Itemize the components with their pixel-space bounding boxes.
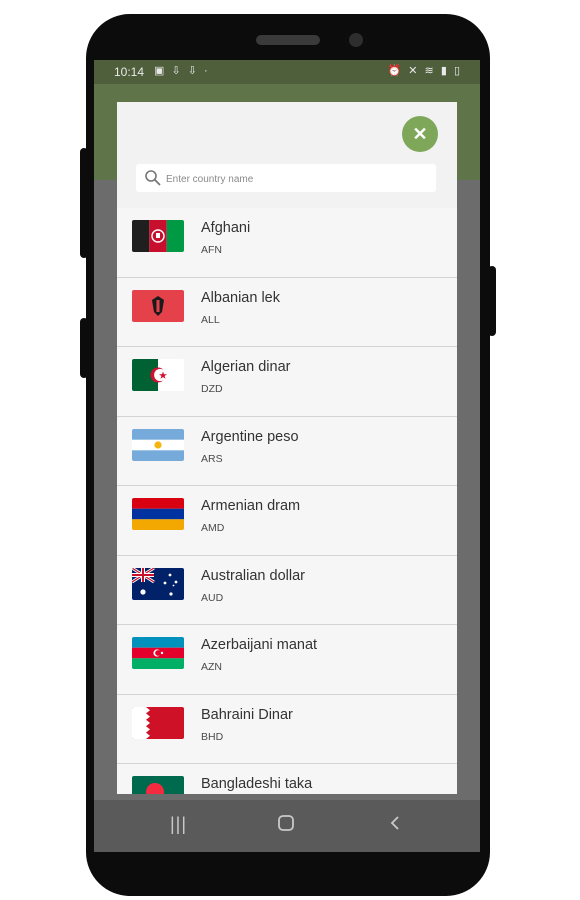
close-button[interactable]: ✕ <box>402 116 438 152</box>
currency-item-dzd[interactable]: Algerian dinar DZD <box>117 347 457 417</box>
dot-icon: · <box>204 65 210 77</box>
currency-name: Australian dollar <box>201 567 305 584</box>
currency-name: Albanian lek <box>201 289 280 306</box>
download-icon: ⇩ <box>171 65 183 77</box>
currency-name: Afghani <box>201 220 251 236</box>
home-icon[interactable] <box>277 814 295 837</box>
currency-picker-dialog: ✕ Afghani AFN Albanian lek ALL Algerian … <box>117 102 457 794</box>
earpiece-speaker <box>256 35 320 45</box>
currency-code: ARS <box>201 452 223 465</box>
currency-item-amd[interactable]: Armenian dram AMD <box>117 486 457 556</box>
albania-flag <box>132 289 184 322</box>
currency-name: Azerbaijani manat <box>201 637 318 653</box>
currency-item-ars[interactable]: Argentine peso ARS <box>117 416 457 486</box>
download-icon: ⇩ <box>187 65 199 77</box>
currency-item-aud[interactable]: Australian dollar AUD <box>117 555 457 625</box>
search-icon <box>144 169 162 187</box>
currency-item-all[interactable]: Albanian lek ALL <box>117 277 457 347</box>
currency-list: Afghani AFN Albanian lek ALL Algerian di… <box>117 208 457 794</box>
australia-flag <box>132 567 184 600</box>
currency-code: BHD <box>201 730 224 743</box>
back-icon[interactable] <box>388 814 402 837</box>
signal-icon: ▮ <box>440 65 449 77</box>
battery-icon: ▯ <box>453 65 462 77</box>
azerbaijan-flag <box>132 637 184 669</box>
currency-item-bhd[interactable]: Bahraini Dinar BHD <box>117 694 457 764</box>
currency-code: AZN <box>201 661 222 673</box>
bangladesh-flag <box>132 776 184 794</box>
wifi-icon: ≋ <box>424 65 436 77</box>
currency-code: AUD <box>201 591 224 604</box>
currency-name: Bahraini Dinar <box>201 706 293 723</box>
currency-item-azn[interactable]: Azerbaijani manat AZN <box>117 625 457 695</box>
notification-icons: ▣ ⇩ ⇩ · <box>154 64 210 77</box>
alarm-icon: ⏰ <box>387 65 404 77</box>
currency-code: DZD <box>201 383 223 395</box>
currency-item-bdt[interactable]: Bangladeshi taka <box>117 764 457 794</box>
algeria-flag <box>132 359 184 391</box>
recents-icon[interactable]: ||| <box>170 814 187 835</box>
bahrain-flag <box>132 706 184 739</box>
argentina-flag <box>132 428 184 461</box>
currency-name: Armenian dram <box>201 498 301 514</box>
currency-code: ALL <box>201 313 220 326</box>
armenia-flag <box>132 498 184 530</box>
currency-code: AMD <box>201 522 225 534</box>
mute-icon: ✕ <box>408 65 420 77</box>
status-time: 10:14 <box>114 65 145 79</box>
status-bar: 10:14 ▣ ⇩ ⇩ · ⏰ ✕ ≋ ▮ ▯ <box>94 60 480 84</box>
search-box <box>136 164 436 192</box>
currency-name: Algerian dinar <box>201 359 291 375</box>
image-icon: ▣ <box>154 65 167 77</box>
system-icons: ⏰ ✕ ≋ ▮ ▯ <box>387 64 462 77</box>
navigation-bar: ||| <box>94 800 480 852</box>
currency-item-afn[interactable]: Afghani AFN <box>117 208 457 278</box>
currency-name: Bangladeshi taka <box>201 776 313 792</box>
afghanistan-flag <box>132 220 184 252</box>
currency-code: AFN <box>201 244 222 256</box>
currency-name: Argentine peso <box>201 428 299 445</box>
search-input[interactable] <box>164 168 428 190</box>
front-camera <box>349 33 363 47</box>
